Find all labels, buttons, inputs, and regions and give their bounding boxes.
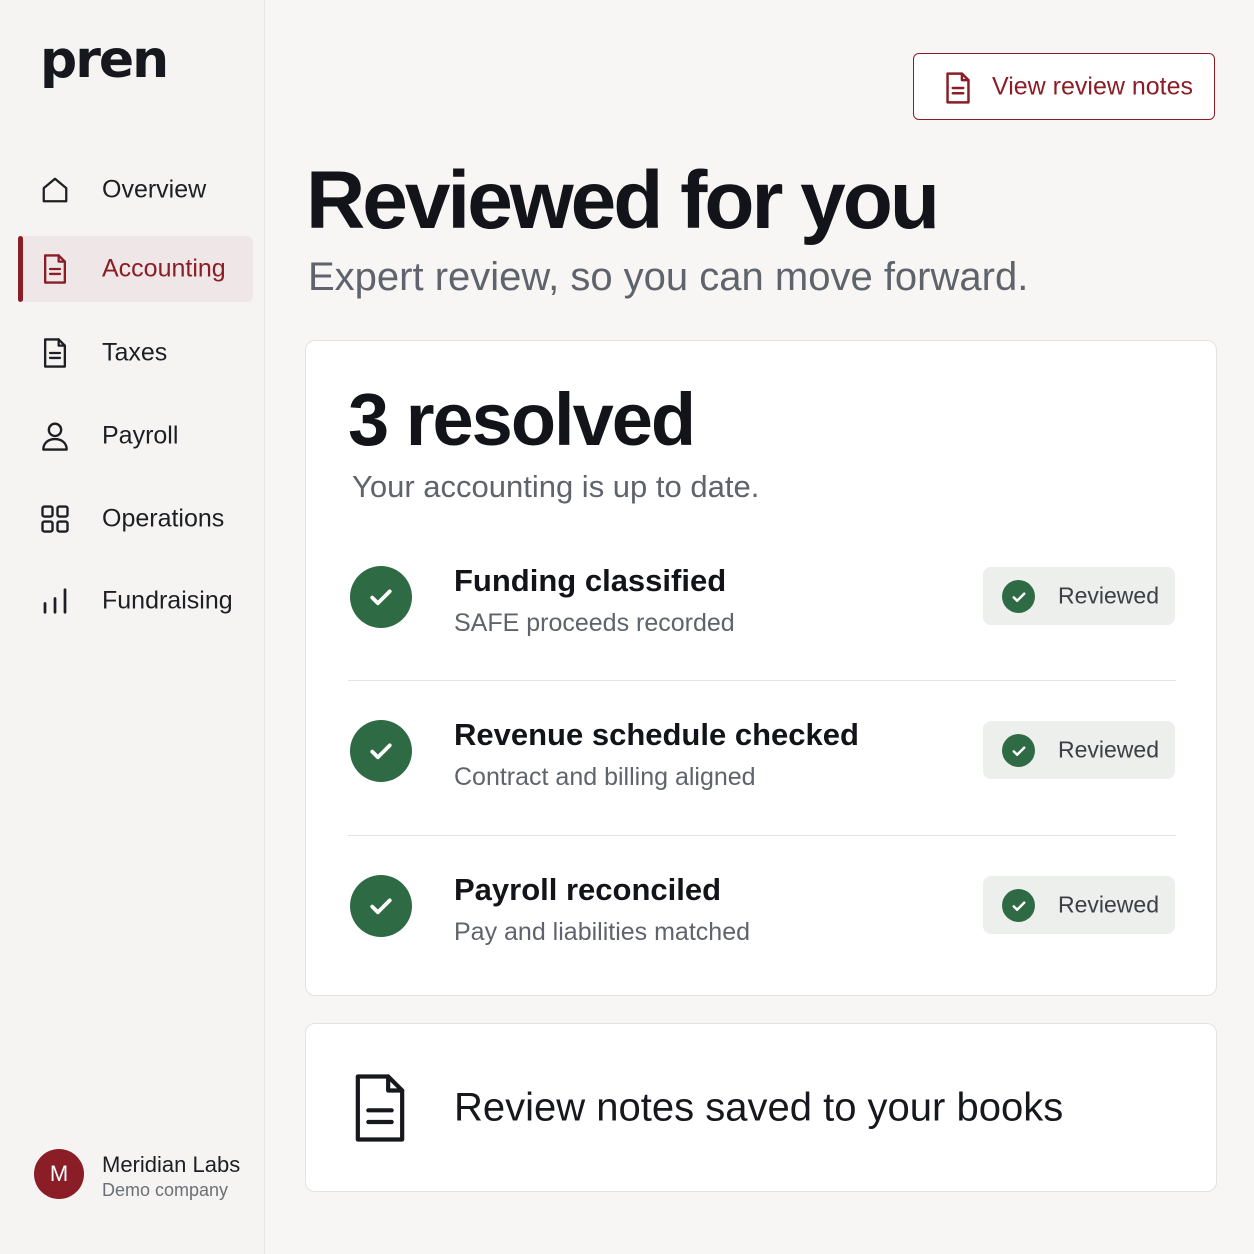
sidebar-item-label: Taxes — [102, 338, 168, 367]
sidebar-item-label: Fundraising — [102, 586, 233, 615]
item-title: Funding classified — [454, 563, 727, 598]
status-badge: Reviewed — [983, 721, 1175, 779]
page-subtitle: Expert review, so you can move forward. — [308, 255, 1029, 299]
badge-label: Reviewed — [1058, 736, 1159, 763]
notes-banner-text: Review notes saved to your books — [454, 1085, 1064, 1129]
sidebar-item-overview[interactable]: Overview — [18, 157, 253, 223]
divider — [348, 680, 1176, 681]
avatar: M — [34, 1149, 84, 1199]
badge-label: Reviewed — [1058, 582, 1159, 609]
resolved-count: 3 resolved — [348, 378, 696, 461]
sidebar-item-fundraising[interactable]: Fundraising — [18, 568, 253, 634]
badge-label: Reviewed — [1058, 891, 1159, 918]
list-item: Payroll reconciled Pay and liabilities m… — [348, 848, 1176, 968]
logo: pren — [40, 30, 169, 90]
app-window: pren Overview Accounting Taxes Payroll O… — [0, 0, 1254, 1254]
status-badge: Reviewed — [983, 876, 1175, 934]
divider — [348, 835, 1176, 836]
list-item: Funding classified SAFE proceeds recorde… — [348, 539, 1176, 659]
document-icon — [942, 71, 974, 105]
bar-chart-icon — [38, 584, 72, 618]
page-title: Reviewed for you — [306, 155, 940, 246]
check-circle-icon — [350, 566, 412, 628]
status-text: Your accounting is up to date. — [352, 469, 760, 504]
document-icon — [38, 252, 72, 286]
sidebar-item-taxes[interactable]: Taxes — [18, 320, 253, 386]
document-icon — [38, 336, 72, 370]
item-subtitle: Pay and liabilities matched — [454, 918, 750, 946]
view-review-notes-button[interactable]: View review notes — [913, 53, 1215, 120]
sidebar-item-payroll[interactable]: Payroll — [18, 403, 253, 469]
item-title: Payroll reconciled — [454, 872, 722, 907]
sidebar-item-accounting[interactable]: Accounting — [18, 236, 253, 302]
company-subtitle: Demo company — [102, 1180, 229, 1200]
sidebar-item-label: Overview — [102, 175, 207, 204]
grid-icon — [38, 502, 72, 536]
review-notes-banner: Review notes saved to your books — [305, 1023, 1217, 1192]
check-circle-icon — [1002, 734, 1035, 767]
item-subtitle: SAFE proceeds recorded — [454, 609, 735, 637]
check-circle-icon — [1002, 889, 1035, 922]
sidebar-item-label: Payroll — [102, 421, 179, 450]
company-name: Meridian Labs — [102, 1152, 241, 1177]
review-summary-card: 3 resolved Your accounting is up to date… — [305, 340, 1217, 996]
sidebar-item-label: Accounting — [102, 254, 226, 283]
status-badge: Reviewed — [983, 567, 1175, 625]
check-circle-icon — [1002, 580, 1035, 613]
button-label: View review notes — [992, 72, 1194, 100]
item-subtitle: Contract and billing aligned — [454, 763, 756, 791]
list-item: Revenue schedule checked Contract and bi… — [348, 693, 1176, 813]
user-icon — [38, 419, 72, 453]
sidebar-item-label: Operations — [102, 504, 225, 533]
check-circle-icon — [350, 720, 412, 782]
check-circle-icon — [350, 875, 412, 937]
home-icon — [38, 173, 72, 207]
company-switcher[interactable]: M Meridian Labs Demo company — [34, 1148, 259, 1204]
item-title: Revenue schedule checked — [454, 717, 859, 752]
sidebar-item-operations[interactable]: Operations — [18, 486, 253, 552]
document-icon — [352, 1073, 408, 1143]
sidebar: pren Overview Accounting Taxes Payroll O… — [0, 0, 265, 1254]
